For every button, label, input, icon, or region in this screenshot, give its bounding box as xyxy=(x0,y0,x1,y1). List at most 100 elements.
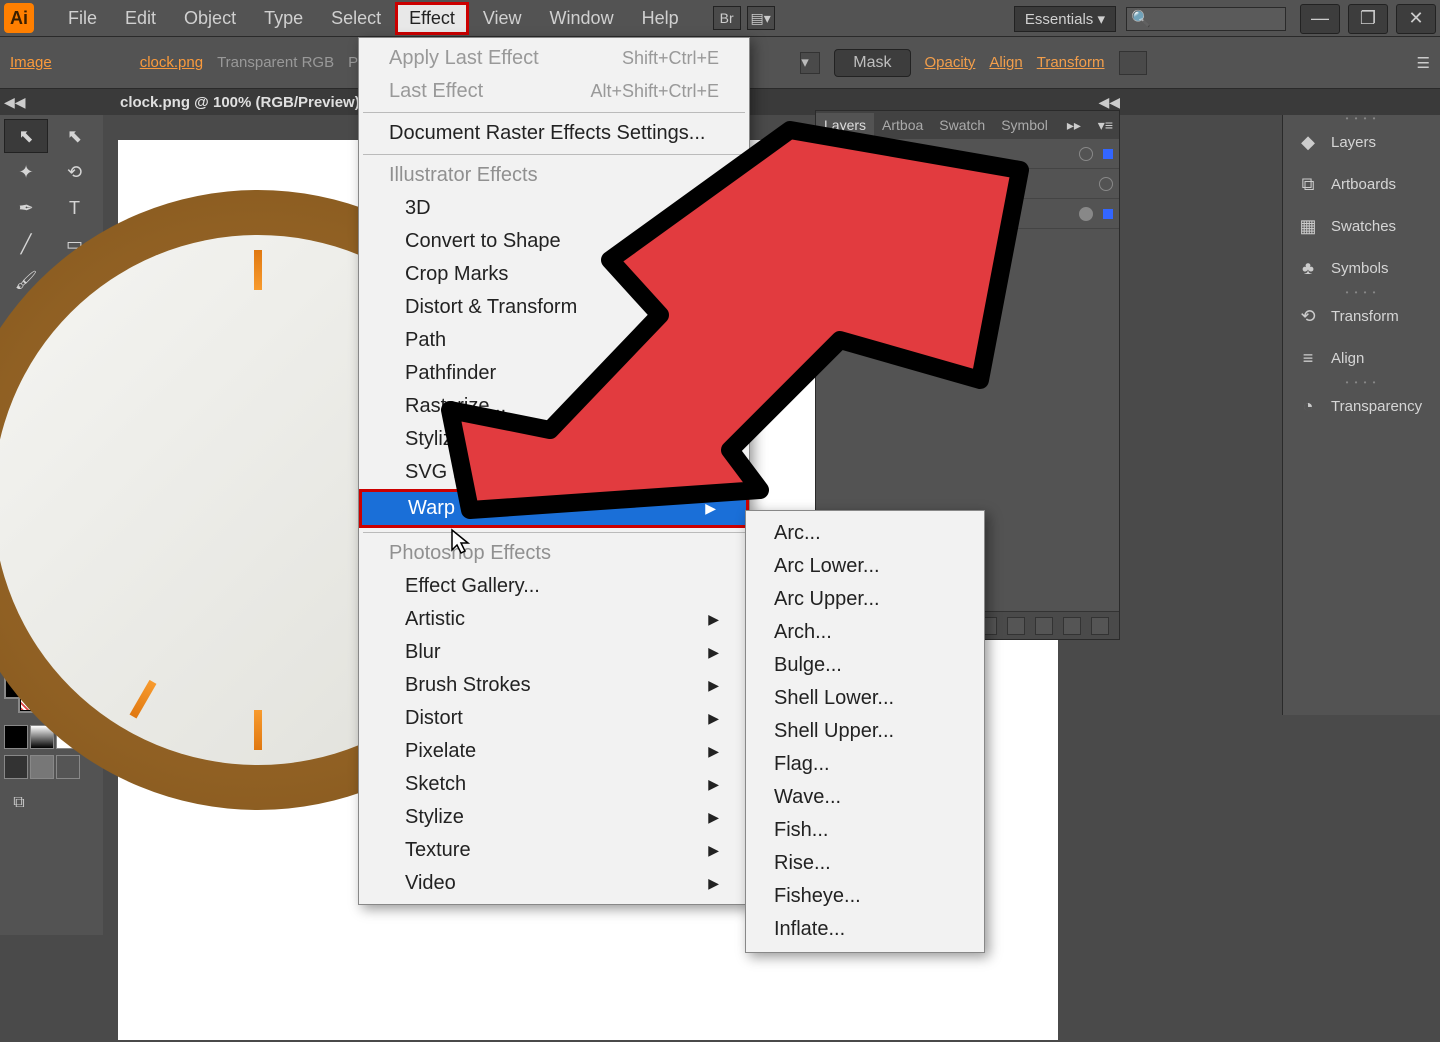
selection-tool[interactable]: ⬉ xyxy=(4,119,48,153)
collapse-left-icon[interactable]: ◀◀ xyxy=(4,94,24,111)
layer-row[interactable]: 👁 xyxy=(816,169,1119,199)
bridge-icon[interactable]: Br xyxy=(713,6,741,30)
menu-edit[interactable]: Edit xyxy=(111,2,170,35)
submenu-fish[interactable]: Fish... xyxy=(746,814,984,847)
tab-layers[interactable]: Layers xyxy=(816,113,874,137)
menu-raster-settings[interactable]: Document Raster Effects Settings... xyxy=(359,117,749,150)
panel-expand-icon[interactable]: ▸▸ xyxy=(1061,117,1087,134)
screen-mode-2-icon[interactable] xyxy=(30,755,54,779)
dock-align[interactable]: ≡Align xyxy=(1283,337,1440,379)
close-button[interactable]: ✕ xyxy=(1396,4,1436,34)
mask-button[interactable]: Mask xyxy=(834,49,910,77)
menu-svg-filters[interactable]: SVG Filters xyxy=(359,456,749,489)
new-sublayer-icon[interactable] xyxy=(1035,617,1053,635)
submenu-arc[interactable]: Arc... xyxy=(746,517,984,550)
minimize-button[interactable]: — xyxy=(1300,4,1340,34)
expand-icon[interactable]: ▾ xyxy=(870,145,877,162)
layer-name[interactable]: Layer 1 xyxy=(911,146,958,162)
dock-layers[interactable]: ◆Layers xyxy=(1283,121,1440,163)
dock-artboards[interactable]: ⧉Artboards xyxy=(1283,163,1440,205)
type-tool[interactable]: T xyxy=(53,191,97,225)
tab-swatches[interactable]: Swatch xyxy=(931,113,993,137)
document-tab[interactable]: clock.png @ 100% (RGB/Preview) xyxy=(0,94,360,111)
menu-distort-ps[interactable]: Distort▶ xyxy=(359,702,749,735)
collapse-right-icon[interactable]: ◀◀ xyxy=(1098,94,1120,111)
submenu-shell-lower[interactable]: Shell Lower... xyxy=(746,682,984,715)
tab-symbols[interactable]: Symbol xyxy=(993,113,1056,137)
submenu-fisheye[interactable]: Fisheye... xyxy=(746,880,984,913)
pen-tool[interactable]: ✒ xyxy=(4,191,48,225)
menu-select[interactable]: Select xyxy=(317,2,395,35)
transform-link[interactable]: Transform xyxy=(1037,54,1105,71)
menu-rasterize[interactable]: Rasterize... xyxy=(359,390,749,423)
opacity-link[interactable]: Opacity xyxy=(925,54,976,71)
control-label[interactable]: Image xyxy=(10,54,52,71)
menu-artistic[interactable]: Artistic▶ xyxy=(359,603,749,636)
menu-video[interactable]: Video▶ xyxy=(359,867,749,900)
menu-texture[interactable]: Texture▶ xyxy=(359,834,749,867)
color-mode-icon[interactable] xyxy=(4,725,28,749)
delete-layer-icon[interactable] xyxy=(1091,617,1109,635)
menu-stylize-ill[interactable]: Stylize xyxy=(359,423,749,456)
search-input[interactable]: 🔍 xyxy=(1126,7,1286,31)
restore-button[interactable]: ❐ xyxy=(1348,4,1388,34)
submenu-bulge[interactable]: Bulge... xyxy=(746,649,984,682)
line-tool[interactable]: ╱ xyxy=(4,227,48,261)
dock-transparency[interactable]: ◔Transparency xyxy=(1283,385,1440,427)
control-menu-icon[interactable]: ☰ xyxy=(1417,54,1430,72)
menu-window[interactable]: Window xyxy=(536,2,628,35)
target-icon[interactable] xyxy=(1079,207,1093,221)
screen-mode-3-icon[interactable] xyxy=(56,755,80,779)
draw-mode-icon[interactable]: ⧉ xyxy=(4,791,34,815)
menu-stylize-ps[interactable]: Stylize▶ xyxy=(359,801,749,834)
screen-mode-icon[interactable] xyxy=(4,755,28,779)
layer-row[interactable]: 👁 ... xyxy=(816,199,1119,229)
menu-3d[interactable]: 3D xyxy=(359,192,749,225)
magic-wand-tool[interactable]: ✦ xyxy=(4,155,48,189)
menu-object[interactable]: Object xyxy=(170,2,250,35)
make-clip-icon[interactable] xyxy=(1007,617,1025,635)
isolate-icon[interactable] xyxy=(1119,51,1147,75)
menu-pixelate[interactable]: Pixelate▶ xyxy=(359,735,749,768)
submenu-flag[interactable]: Flag... xyxy=(746,748,984,781)
submenu-arc-upper[interactable]: Arc Upper... xyxy=(746,583,984,616)
submenu-rise[interactable]: Rise... xyxy=(746,847,984,880)
menu-apply-last-effect[interactable]: Apply Last EffectShift+Ctrl+E xyxy=(359,42,749,75)
visibility-icon[interactable]: 👁 xyxy=(822,145,838,162)
menu-blur[interactable]: Blur▶ xyxy=(359,636,749,669)
workspace-selector[interactable]: Essentials ▾ xyxy=(1014,6,1116,32)
menu-effect-gallery[interactable]: Effect Gallery... xyxy=(359,570,749,603)
embed-dropdown[interactable]: ▾ xyxy=(800,52,820,74)
panel-menu-icon[interactable]: ▾≡ xyxy=(1092,117,1119,134)
submenu-inflate[interactable]: Inflate... xyxy=(746,913,984,946)
menu-distort-transform[interactable]: Distort & Transform xyxy=(359,291,749,324)
menu-type[interactable]: Type xyxy=(250,2,317,35)
menu-view[interactable]: View xyxy=(469,2,536,35)
layer-row[interactable]: 👁 ▾ Layer 1 xyxy=(816,139,1119,169)
arrange-docs-icon[interactable]: ▤▾ xyxy=(747,6,775,30)
submenu-arc-lower[interactable]: Arc Lower... xyxy=(746,550,984,583)
align-link[interactable]: Align xyxy=(989,54,1022,71)
new-layer-icon[interactable] xyxy=(1063,617,1081,635)
target-icon[interactable] xyxy=(1079,147,1093,161)
layer-name[interactable]: ... xyxy=(928,206,940,222)
menu-effect[interactable]: Effect xyxy=(395,2,469,35)
lasso-tool[interactable]: ⟲ xyxy=(53,155,97,189)
visibility-icon[interactable]: 👁 xyxy=(822,175,838,192)
submenu-arch[interactable]: Arch... xyxy=(746,616,984,649)
menu-last-effect[interactable]: Last EffectAlt+Shift+Ctrl+E xyxy=(359,75,749,108)
menu-warp[interactable]: Warp▶ xyxy=(359,489,749,528)
submenu-wave[interactable]: Wave... xyxy=(746,781,984,814)
direct-selection-tool[interactable]: ⬉ xyxy=(53,119,97,153)
menu-path[interactable]: Path xyxy=(359,324,749,357)
menu-sketch[interactable]: Sketch▶ xyxy=(359,768,749,801)
menu-help[interactable]: Help xyxy=(628,2,693,35)
menu-crop-marks[interactable]: Crop Marks xyxy=(359,258,749,291)
tab-artboards[interactable]: Artboa xyxy=(874,113,931,137)
menu-file[interactable]: File xyxy=(54,2,111,35)
submenu-shell-upper[interactable]: Shell Upper... xyxy=(746,715,984,748)
visibility-icon[interactable]: 👁 xyxy=(822,205,838,222)
menu-brush-strokes[interactable]: Brush Strokes▶ xyxy=(359,669,749,702)
dock-swatches[interactable]: ▦Swatches xyxy=(1283,205,1440,247)
dock-symbols[interactable]: ♣Symbols xyxy=(1283,247,1440,289)
